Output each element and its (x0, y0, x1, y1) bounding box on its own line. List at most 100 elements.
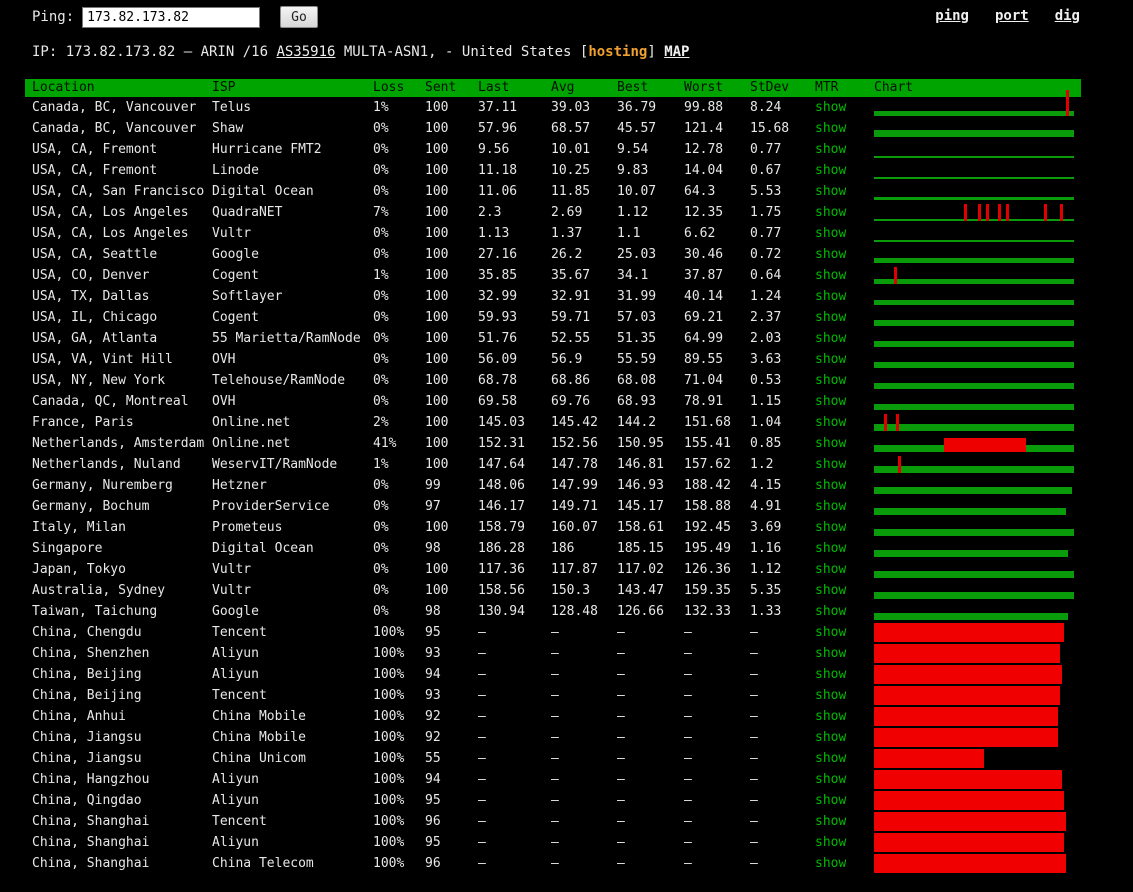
mtr-show-link[interactable]: show (815, 205, 846, 220)
loss-block (874, 791, 1064, 810)
cell-isp: Tencent (212, 814, 267, 829)
cell-isp: Hurricane FMT2 (212, 142, 322, 157)
loss-spike (1006, 204, 1009, 221)
cell-sent: 100 (425, 268, 449, 283)
mtr-show-link[interactable]: show (815, 541, 846, 556)
cell-worst: 188.42 (684, 478, 731, 493)
cell-loss: 0% (373, 142, 389, 157)
cell-sent: 100 (425, 184, 449, 199)
mtr-show-link[interactable]: show (815, 835, 846, 850)
mtr-show-link[interactable]: show (815, 226, 846, 241)
mtr-show-link[interactable]: show (815, 478, 846, 493)
mtr-show-link[interactable]: show (815, 121, 846, 136)
cell-avg: 35.67 (551, 268, 591, 283)
mtr-show-link[interactable]: show (815, 688, 846, 703)
cell-mtr: show (815, 286, 874, 307)
cell-sent: 95 (425, 835, 441, 850)
cell-loss: 0% (373, 562, 389, 577)
mtr-show-link[interactable]: show (815, 520, 846, 535)
mtr-show-link[interactable]: show (815, 184, 846, 199)
mtr-show-link[interactable]: show (815, 625, 846, 640)
cell-stdev: 1.15 (750, 394, 782, 409)
cell-best: 1.1 (617, 226, 641, 241)
cell-mtr: show (815, 580, 874, 601)
cell-avg: 68.57 (551, 121, 591, 136)
cell-mtr: show (815, 664, 874, 685)
loss-spike (1060, 204, 1063, 221)
mtr-show-link[interactable]: show (815, 142, 846, 157)
mtr-show-link[interactable]: show (815, 394, 846, 409)
mtr-show-link[interactable]: show (815, 772, 846, 787)
top-link-port[interactable]: port (995, 8, 1029, 24)
cell-worst: 99.88 (684, 100, 724, 115)
loss-spike (898, 456, 901, 473)
mtr-show-link[interactable]: show (815, 856, 846, 871)
cell-stdev: 0.72 (750, 247, 782, 262)
chart-sparkline (874, 685, 1074, 706)
mtr-show-link[interactable]: show (815, 247, 846, 262)
mtr-show-link[interactable]: show (815, 814, 846, 829)
mtr-show-link[interactable]: show (815, 436, 846, 451)
mtr-show-link[interactable]: show (815, 562, 846, 577)
cell-last: 130.94 (478, 604, 525, 619)
cell-sent: 100 (425, 436, 449, 451)
cell-location: USA, TX, Dallas (32, 289, 150, 304)
cell-mtr: show (815, 517, 874, 538)
mtr-show-link[interactable]: show (815, 457, 846, 472)
mtr-show-link[interactable]: show (815, 415, 846, 430)
mtr-show-link[interactable]: show (815, 730, 846, 745)
cell-mtr: show (815, 328, 874, 349)
table-row: China, Shanghai Aliyun 100% 95 – – – – – show (25, 832, 1081, 853)
ping-target-input[interactable] (82, 6, 261, 28)
mtr-show-link[interactable]: show (815, 583, 846, 598)
cell-chart (874, 412, 1081, 433)
mtr-show-link[interactable]: show (815, 268, 846, 283)
cell-worst: 14.04 (684, 163, 724, 178)
mtr-show-link[interactable]: show (815, 310, 846, 325)
top-link-ping[interactable]: ping (935, 8, 969, 24)
cell-location: Netherlands, Amsterdam (32, 436, 205, 451)
cell-location: China, Anhui (32, 709, 126, 724)
mtr-show-link[interactable]: show (815, 709, 846, 724)
loss-block (874, 833, 1064, 852)
go-button[interactable]: Go (280, 6, 318, 28)
cell-sent: 100 (425, 289, 449, 304)
cell-isp: Cogent (212, 268, 259, 283)
mtr-show-link[interactable]: show (815, 793, 846, 808)
cell-last: – (478, 709, 486, 724)
chart-sparkline (874, 391, 1074, 412)
cell-location: France, Paris (32, 415, 134, 430)
table-row: USA, VA, Vint Hill OVH 0% 100 56.09 56.9 55.59… (25, 349, 1081, 370)
mtr-show-link[interactable]: show (815, 499, 846, 514)
column-header-isp: ISP (212, 80, 236, 95)
map-link[interactable]: MAP (664, 44, 689, 60)
cell-avg: 1.37 (551, 226, 583, 241)
mtr-show-link[interactable]: show (815, 352, 846, 367)
cell-mtr: show (815, 391, 874, 412)
mtr-show-link[interactable]: show (815, 373, 846, 388)
cell-mtr: show (815, 748, 874, 769)
top-link-dig[interactable]: dig (1055, 8, 1080, 24)
mtr-show-link[interactable]: show (815, 331, 846, 346)
table-row: USA, CA, Seattle Google 0% 100 27.16 26.2 25.0… (25, 244, 1081, 265)
cell-mtr: show (815, 643, 874, 664)
mtr-show-link[interactable]: show (815, 667, 846, 682)
mtr-show-link[interactable]: show (815, 163, 846, 178)
cell-worst: – (684, 646, 692, 661)
cell-stdev: 4.91 (750, 499, 782, 514)
loss-spike (998, 204, 1001, 221)
asn-link[interactable]: AS35916 (276, 44, 335, 60)
mtr-show-link[interactable]: show (815, 751, 846, 766)
cell-location: China, Shanghai (32, 856, 150, 871)
cell-worst: 126.36 (684, 562, 731, 577)
chart-sparkline (874, 706, 1074, 727)
mtr-show-link[interactable]: show (815, 289, 846, 304)
mtr-show-link[interactable]: show (815, 646, 846, 661)
latency-band (874, 197, 1074, 200)
mtr-show-link[interactable]: show (815, 100, 846, 115)
cell-worst: – (684, 688, 692, 703)
cell-worst: 69.21 (684, 310, 724, 325)
cell-stdev: – (750, 814, 758, 829)
mtr-show-link[interactable]: show (815, 604, 846, 619)
cell-sent: 96 (425, 814, 441, 829)
